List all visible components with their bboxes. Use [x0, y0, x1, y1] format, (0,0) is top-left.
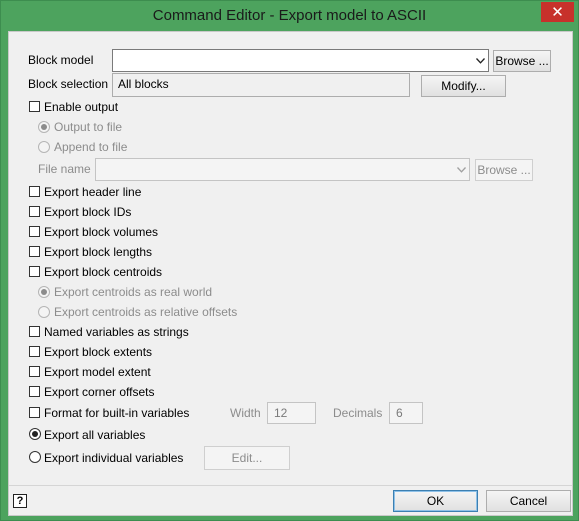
format-builtin-variables-checkbox[interactable]	[29, 407, 40, 418]
cancel-button[interactable]: Cancel	[486, 490, 571, 512]
footer-separator	[9, 485, 572, 486]
export-header-line-label: Export header line	[44, 185, 142, 199]
output-to-file-label: Output to file	[54, 120, 123, 134]
enable-output-label: Enable output	[44, 100, 119, 114]
width-input[interactable]: 12	[267, 402, 316, 424]
modify-button[interactable]: Modify...	[421, 75, 506, 97]
export-block-extents-label: Export block extents	[44, 345, 153, 359]
centroids-real-world-label: Export centroids as real world	[54, 285, 213, 299]
centroids-relative-offsets-label: Export centroids as relative offsets	[54, 305, 238, 319]
export-corner-offsets-label: Export corner offsets	[44, 385, 155, 399]
dialog-window: Command Editor - Export model to ASCII ✕…	[0, 0, 579, 521]
export-individual-variables-radio[interactable]	[29, 451, 41, 463]
dialog-client: Block model Browse ... Block selection A…	[8, 31, 573, 516]
edit-variables-button[interactable]: Edit...	[204, 446, 290, 470]
export-all-variables-radio[interactable]	[29, 428, 41, 440]
export-all-variables-label: Export all variables	[44, 428, 146, 442]
block-model-label: Block model	[28, 53, 94, 67]
close-icon: ✕	[551, 3, 564, 21]
append-to-file-label: Append to file	[54, 140, 128, 154]
block-selection-label: Block selection	[28, 77, 109, 91]
export-block-centroids-label: Export block centroids	[44, 265, 163, 279]
named-variables-as-strings-label: Named variables as strings	[44, 325, 189, 339]
export-block-volumes-label: Export block volumes	[44, 225, 159, 239]
export-block-lengths-label: Export block lengths	[44, 245, 153, 259]
help-icon[interactable]: ?	[13, 494, 27, 508]
file-name-combo[interactable]	[95, 158, 470, 181]
enable-output-checkbox[interactable]	[29, 101, 40, 112]
centroids-relative-offsets-radio[interactable]	[38, 306, 50, 318]
append-to-file-radio[interactable]	[38, 141, 50, 153]
export-block-extents-checkbox[interactable]	[29, 346, 40, 357]
named-variables-as-strings-checkbox[interactable]	[29, 326, 40, 337]
window-title: Command Editor - Export model to ASCII	[152, 7, 427, 24]
file-name-label: File name	[38, 162, 91, 176]
centroids-real-world-radio[interactable]	[38, 286, 50, 298]
output-to-file-radio[interactable]	[38, 121, 50, 133]
width-label: Width	[230, 406, 261, 420]
export-model-extent-label: Export model extent	[44, 365, 151, 379]
ok-button[interactable]: OK	[393, 490, 478, 512]
block-model-combo[interactable]	[112, 49, 489, 72]
format-builtin-variables-label: Format for built-in variables	[44, 406, 190, 420]
export-individual-variables-label: Export individual variables	[44, 451, 184, 465]
block-selection-field: All blocks	[112, 73, 410, 97]
decimals-input[interactable]: 6	[389, 402, 423, 424]
export-block-centroids-checkbox[interactable]	[29, 266, 40, 277]
export-block-lengths-checkbox[interactable]	[29, 246, 40, 257]
decimals-label: Decimals	[333, 406, 383, 420]
file-name-browse-button[interactable]: Browse ...	[475, 159, 533, 181]
close-button[interactable]: ✕	[541, 2, 574, 22]
export-model-extent-checkbox[interactable]	[29, 366, 40, 377]
export-block-volumes-checkbox[interactable]	[29, 226, 40, 237]
export-block-ids-checkbox[interactable]	[29, 206, 40, 217]
export-block-ids-label: Export block IDs	[44, 205, 132, 219]
chevron-down-icon	[472, 50, 488, 71]
export-corner-offsets-checkbox[interactable]	[29, 386, 40, 397]
block-model-browse-button[interactable]: Browse ...	[493, 50, 551, 72]
chevron-down-icon	[453, 159, 469, 180]
export-header-line-checkbox[interactable]	[29, 186, 40, 197]
